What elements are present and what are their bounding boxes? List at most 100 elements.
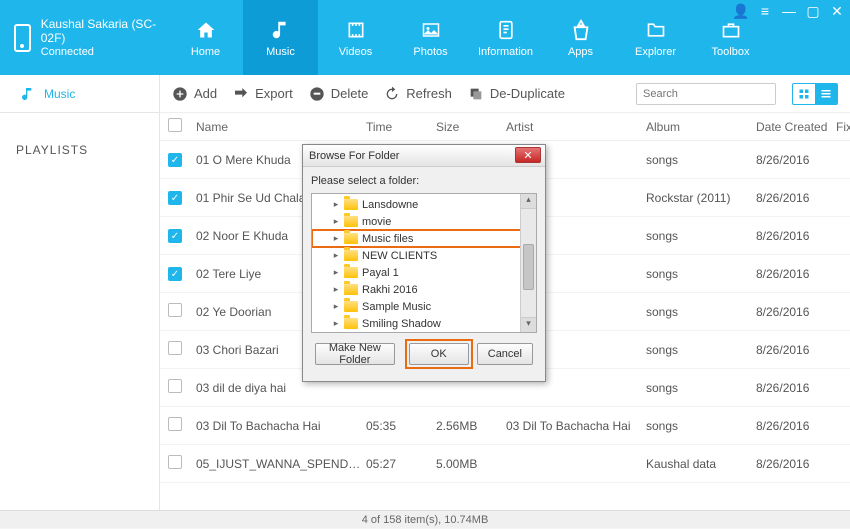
sidebar-tab-music[interactable]: Music	[0, 75, 159, 113]
deduplicate-button[interactable]: De-Duplicate	[468, 86, 565, 102]
dialog-title: Browse For Folder	[309, 150, 399, 162]
folder-item[interactable]: ▸Sample Music	[312, 298, 536, 315]
add-button[interactable]: Add	[172, 86, 217, 102]
row-checkbox[interactable]	[168, 153, 182, 167]
delete-button[interactable]: Delete	[309, 86, 369, 102]
sidebar-tab-label: Music	[44, 87, 75, 101]
top-header: 👤 ≡ — ▢ ✕ Kaushal Sakaria (SC-02F) Conne…	[0, 0, 850, 75]
folder-label: movie	[362, 216, 391, 228]
folder-label: NEW CLIENTS	[362, 250, 437, 262]
row-checkbox[interactable]	[168, 303, 182, 317]
expand-arrow-icon[interactable]: ▸	[332, 301, 340, 312]
cell-album: songs	[646, 229, 756, 243]
col-size[interactable]: Size	[436, 120, 506, 134]
nav-music[interactable]: Music	[243, 0, 318, 75]
view-toggle	[792, 83, 838, 105]
top-nav: Home Music Videos Photos Information App…	[168, 0, 768, 75]
row-checkbox[interactable]	[168, 379, 182, 393]
music-note-icon	[20, 86, 36, 102]
ok-highlight: OK	[407, 341, 471, 367]
folder-item[interactable]: ▸ Music files	[312, 230, 536, 247]
table-row[interactable]: 03 Dil To Bachacha Hai05:352.56MB03 Dil …	[160, 407, 850, 445]
folder-item[interactable]: ▸Payal 1	[312, 264, 536, 281]
col-date[interactable]: Date Created	[756, 120, 836, 134]
cell-date: 8/26/2016	[756, 457, 836, 471]
search-input[interactable]	[643, 88, 785, 100]
close-icon[interactable]: ✕	[830, 4, 844, 18]
col-name[interactable]: Name	[196, 120, 366, 134]
export-button[interactable]: Export	[233, 86, 293, 102]
col-fix[interactable]: Fix	[836, 120, 850, 134]
dialog-close-button[interactable]: ✕	[515, 147, 541, 163]
maximize-icon[interactable]: ▢	[806, 4, 820, 18]
row-checkbox[interactable]	[168, 191, 182, 205]
table-row[interactable]: 05_IJUST_WANNA_SPEND_MY_LIF05:275.00MBKa…	[160, 445, 850, 483]
minimize-icon[interactable]: —	[782, 4, 796, 18]
user-icon[interactable]: 👤	[734, 4, 748, 18]
col-album[interactable]: Album	[646, 120, 756, 134]
cell-album: songs	[646, 381, 756, 395]
row-checkbox[interactable]	[168, 229, 182, 243]
folder-item[interactable]: ▸ Smiling Shadow	[312, 315, 536, 332]
make-new-folder-button[interactable]: Make New Folder	[315, 343, 395, 365]
folder-item[interactable]: ▸ Rakhi 2016	[312, 281, 536, 298]
folder-item[interactable]: ▸ Lansdowne	[312, 196, 536, 213]
grid-view-button[interactable]	[793, 84, 815, 104]
folder-label: Music files	[362, 233, 413, 245]
refresh-icon	[384, 86, 400, 102]
dialog-buttons: Make New Folder OK Cancel	[311, 333, 537, 373]
dialog-title-bar[interactable]: Browse For Folder ✕	[303, 145, 545, 167]
expand-arrow-icon[interactable]: ▸	[332, 318, 340, 329]
cancel-button[interactable]: Cancel	[477, 343, 533, 365]
folder-item[interactable]: ▸ movie	[312, 213, 536, 230]
nav-information[interactable]: Information	[468, 0, 543, 75]
folder-tree: ▸ Lansdowne ▸ movie ▸ Music files ▸ NEW CLIENTS…	[311, 193, 537, 333]
expand-arrow-icon[interactable]: ▸	[332, 216, 340, 227]
info-icon	[492, 18, 520, 42]
sidebar: Music PLAYLISTS	[0, 75, 160, 510]
folder-item[interactable]: ▸ NEW CLIENTS	[312, 247, 536, 264]
folder-icon	[344, 233, 358, 244]
folder-label: Lansdowne	[362, 199, 418, 211]
row-checkbox[interactable]	[168, 267, 182, 281]
row-checkbox[interactable]	[168, 341, 182, 355]
device-name: Kaushal Sakaria (SC-02F)	[41, 17, 168, 45]
refresh-button[interactable]: Refresh	[384, 86, 452, 102]
folder-label: Smiling Shadow	[362, 318, 441, 330]
cell-album: songs	[646, 419, 756, 433]
expand-arrow-icon[interactable]: ▸	[332, 267, 340, 278]
expand-arrow-icon[interactable]: ▸	[332, 250, 340, 261]
cell-date: 8/26/2016	[756, 343, 836, 357]
folder-item[interactable]: ▸songs	[312, 332, 536, 333]
folder-list: ▸ Lansdowne ▸ movie ▸ Music files ▸ NEW CLIENTS…	[312, 194, 536, 333]
col-artist[interactable]: Artist	[506, 120, 646, 134]
row-checkbox[interactable]	[168, 455, 182, 469]
menu-icon[interactable]: ≡	[758, 4, 772, 18]
scrollbar-thumb[interactable]	[523, 244, 534, 290]
toolbox-icon	[717, 18, 745, 42]
ok-button[interactable]: OK	[409, 343, 469, 365]
cell-size: 2.56MB	[436, 419, 506, 433]
tree-scrollbar[interactable]	[520, 194, 536, 332]
nav-home[interactable]: Home	[168, 0, 243, 75]
dedup-icon	[468, 86, 484, 102]
folder-icon	[344, 301, 358, 312]
search-box[interactable]	[636, 83, 776, 105]
export-icon	[233, 86, 249, 102]
photo-icon	[417, 18, 445, 42]
nav-photos[interactable]: Photos	[393, 0, 468, 75]
list-view-button[interactable]	[815, 84, 837, 104]
expand-arrow-icon[interactable]: ▸	[332, 199, 340, 210]
expand-arrow-icon[interactable]: ▸	[332, 284, 340, 295]
video-icon	[342, 18, 370, 42]
folder-label: Rakhi 2016	[362, 284, 418, 296]
device-block[interactable]: Kaushal Sakaria (SC-02F) Connected	[0, 17, 168, 59]
expand-arrow-icon[interactable]: ▸	[332, 233, 340, 244]
nav-apps[interactable]: Apps	[543, 0, 618, 75]
col-time[interactable]: Time	[366, 120, 436, 134]
nav-videos[interactable]: Videos	[318, 0, 393, 75]
nav-explorer[interactable]: Explorer	[618, 0, 693, 75]
select-all-checkbox[interactable]	[168, 118, 182, 132]
browse-folder-dialog: Browse For Folder ✕ Please select a fold…	[302, 144, 546, 382]
row-checkbox[interactable]	[168, 417, 182, 431]
